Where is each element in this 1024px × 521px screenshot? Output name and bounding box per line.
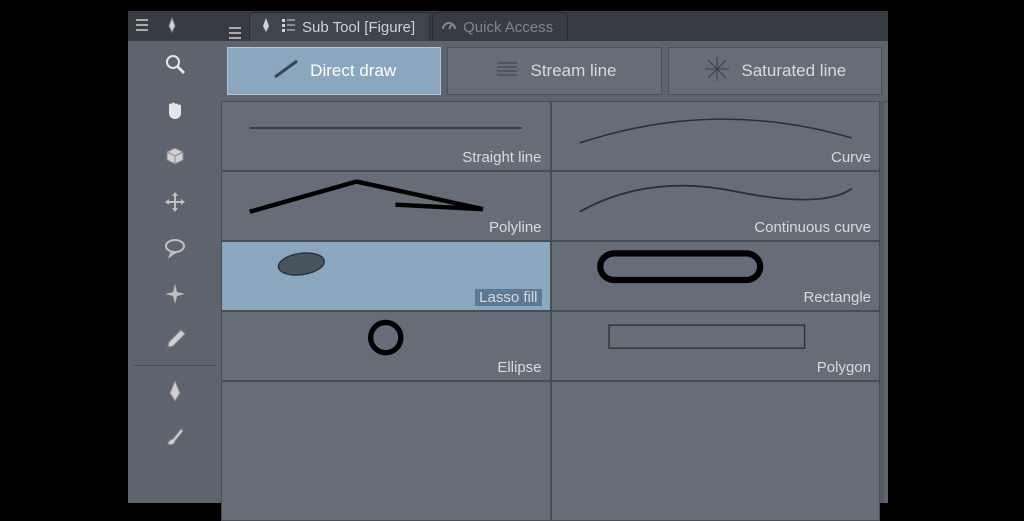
rectangle-preview <box>570 248 862 288</box>
subtool-ellipse[interactable]: Ellipse <box>221 311 551 381</box>
subtool-rectangle[interactable]: Rectangle <box>551 241 881 311</box>
category-direct-draw[interactable]: Direct draw <box>227 47 441 95</box>
tool-move-arrows[interactable] <box>128 179 221 225</box>
subtool-label: Continuous curve <box>754 219 871 236</box>
category-direct-draw-label: Direct draw <box>310 61 396 81</box>
empty-cell <box>221 381 551 521</box>
main-toolbar <box>128 41 222 503</box>
subtool-polygon[interactable]: Polygon <box>551 311 881 381</box>
burst-icon <box>703 55 731 88</box>
tab-subtool[interactable]: Sub Tool [Figure] <box>249 12 430 41</box>
tool-eyedropper[interactable] <box>128 317 221 363</box>
straight-line-preview <box>240 108 532 148</box>
subtool-straight-line[interactable]: Straight line <box>221 101 551 171</box>
stream-icon <box>493 55 521 88</box>
category-stream-line-label: Stream line <box>531 61 617 81</box>
continuous-curve-preview <box>570 178 862 218</box>
tool-hand[interactable] <box>128 87 221 133</box>
polyline-preview <box>240 178 532 218</box>
tab-quick-access[interactable]: Quick Access <box>432 12 568 41</box>
list-icon <box>280 17 296 37</box>
tab-quick-access-label: Quick Access <box>463 19 553 36</box>
panel-menu-icon[interactable] <box>227 25 243 41</box>
subtool-lasso-fill[interactable]: Lasso fill <box>221 241 551 311</box>
pen-nib-icon <box>164 17 180 33</box>
subtool-label: Polygon <box>817 359 871 376</box>
line-icon <box>272 55 300 88</box>
subtool-label: Rectangle <box>803 289 871 306</box>
pen-nib-icon <box>258 17 274 37</box>
subtool-label: Ellipse <box>497 359 541 376</box>
ellipse-preview <box>240 318 532 358</box>
subtool-continuous-curve[interactable]: Continuous curve <box>551 171 881 241</box>
subtool-polyline[interactable]: Polyline <box>221 171 551 241</box>
subtool-label: Curve <box>831 149 871 166</box>
gauge-icon <box>441 17 457 37</box>
tool-pen-nib[interactable] <box>128 368 221 414</box>
empty-cell <box>551 381 881 521</box>
tool-3d-shape[interactable] <box>128 133 221 179</box>
toolbar-header <box>128 11 221 42</box>
tool-brush[interactable] <box>128 414 221 460</box>
panel-menu-icon[interactable] <box>134 17 150 33</box>
category-stream-line[interactable]: Stream line <box>447 47 661 95</box>
panel-tab-strip: Sub Tool [Figure] Quick Access <box>221 11 888 41</box>
category-saturated-line[interactable]: Saturated line <box>668 47 882 95</box>
category-saturated-line-label: Saturated line <box>741 61 846 81</box>
tool-star-sparkle[interactable] <box>128 271 221 317</box>
polygon-preview <box>570 318 862 358</box>
subtool-category-row: Direct draw Stream line Saturated line <box>221 41 888 102</box>
subtool-grid: Straight line Curve Polyline Continu <box>221 101 884 503</box>
tool-magnifier[interactable] <box>128 41 221 87</box>
subtool-label: Straight line <box>462 149 541 166</box>
lasso-fill-preview <box>240 248 532 288</box>
curve-preview <box>570 108 862 148</box>
subtool-label: Lasso fill <box>475 289 541 306</box>
tool-balloon[interactable] <box>128 225 221 271</box>
tab-subtool-label: Sub Tool [Figure] <box>302 19 415 36</box>
subtool-curve[interactable]: Curve <box>551 101 881 171</box>
subtool-label: Polyline <box>489 219 542 236</box>
